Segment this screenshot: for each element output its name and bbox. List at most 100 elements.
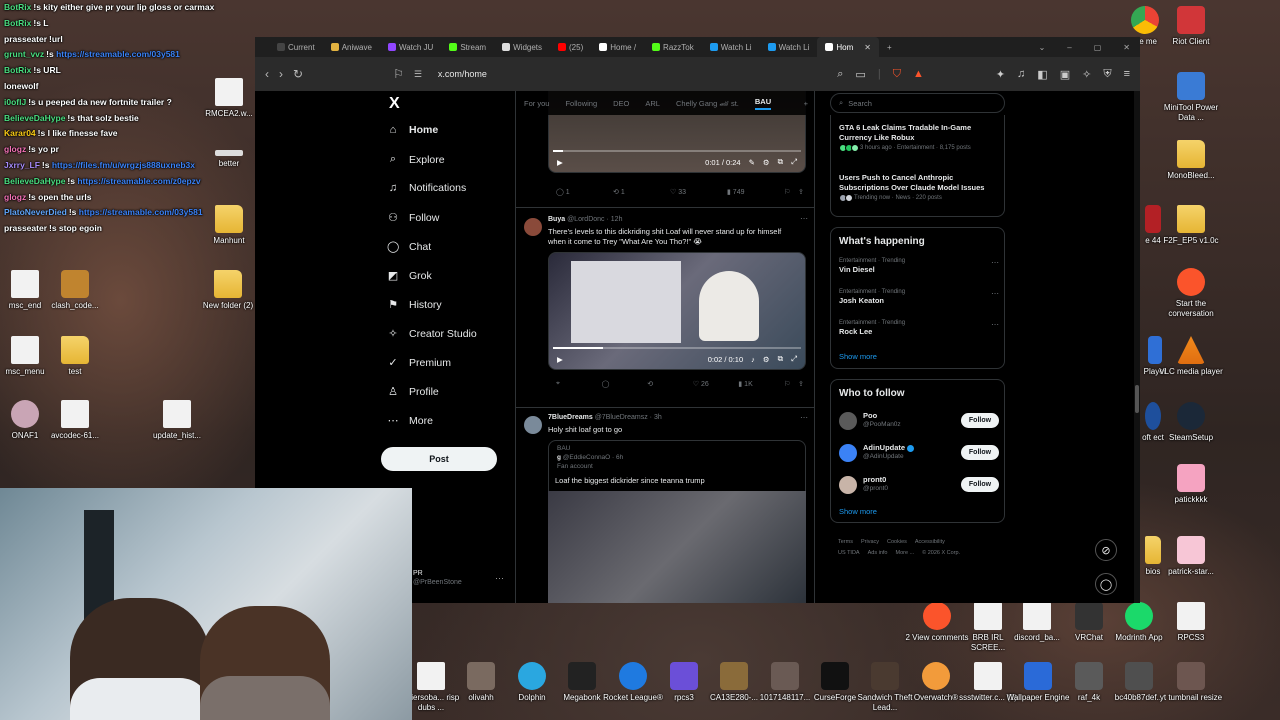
- like-button[interactable]: ♡ 33: [670, 188, 727, 196]
- browser-tab[interactable]: Widgets: [494, 37, 550, 57]
- share-icon[interactable]: ⇪: [798, 380, 808, 388]
- reload-icon[interactable]: ↻: [293, 67, 303, 81]
- pip-icon[interactable]: ⧉: [778, 354, 783, 364]
- like-button[interactable]: ♡ 26: [693, 380, 739, 388]
- avatar[interactable]: [839, 444, 857, 462]
- desktop-icon[interactable]: test: [42, 336, 108, 377]
- more-options-icon[interactable]: ⋯: [991, 289, 999, 298]
- views-indicator[interactable]: ⌖: [556, 380, 602, 388]
- fullscreen-icon[interactable]: ⤢: [791, 157, 797, 167]
- reply-button[interactable]: ◯: [602, 380, 648, 388]
- site-info-icon[interactable]: ☰: [414, 69, 422, 80]
- extensions-icon[interactable]: ✦: [996, 68, 1005, 81]
- more-options-icon[interactable]: ⋯: [800, 413, 808, 422]
- page-scrollbar[interactable]: [1134, 91, 1140, 603]
- forward-icon[interactable]: ›: [279, 67, 283, 81]
- footer-link[interactable]: Terms: [838, 539, 853, 545]
- tweet[interactable]: 7BlueDreams @7BlueDreamsz · 3h ⋯ Holy sh…: [516, 407, 814, 603]
- play-icon[interactable]: ▶: [557, 355, 563, 364]
- show-more-link[interactable]: Show more: [839, 352, 877, 361]
- views-button[interactable]: ▮ 1K: [738, 380, 784, 388]
- browser-tab[interactable]: Current: [269, 37, 323, 57]
- desktop-icon[interactable]: patrick-star...: [1158, 536, 1224, 577]
- footer-link[interactable]: Accessibility: [915, 539, 945, 545]
- search-input[interactable]: ⌕ Search: [830, 93, 1005, 113]
- browser-tab[interactable]: Watch Li: [702, 37, 760, 57]
- cast-icon[interactable]: ▭: [855, 68, 865, 81]
- desktop-icon[interactable]: avcodec-61...: [42, 400, 108, 441]
- vpn-icon[interactable]: ✧: [1082, 68, 1091, 81]
- close-tab-icon[interactable]: ✕: [864, 43, 871, 52]
- chat-link[interactable]: https://streamable.com/03y581: [79, 207, 203, 217]
- browser-tab[interactable]: Watch JU: [380, 37, 441, 57]
- chat-link[interactable]: https://files.fm/u/wrgzjs888uxneb3x: [52, 160, 195, 170]
- browser-tab[interactable]: Watch Li: [760, 37, 818, 57]
- messages-floating-icon[interactable]: ◯: [1095, 573, 1117, 595]
- account-more-icon[interactable]: ···: [495, 573, 504, 583]
- browser-tab[interactable]: Aniwave: [323, 37, 380, 57]
- nav-more[interactable]: ⋯ More: [387, 414, 433, 428]
- desktop-icon[interactable]: patickkkk: [1158, 464, 1224, 505]
- footer-link[interactable]: Privacy: [861, 539, 879, 545]
- desktop-icon[interactable]: Riot Client: [1158, 6, 1224, 47]
- account-switcher[interactable]: PR @PrBeenStone: [413, 569, 462, 587]
- nav-grok[interactable]: ◩ Grok: [387, 269, 432, 283]
- post-button[interactable]: Post: [381, 447, 497, 471]
- trend-item[interactable]: Entertainment · Trending Vin Diesel ⋯: [839, 258, 999, 274]
- reply-button[interactable]: ◯ 1: [556, 188, 613, 196]
- tab-chelly-gang[interactable]: Chelly Gang 🏎 st.: [676, 99, 739, 108]
- shield-icon[interactable]: ⛨: [1103, 68, 1111, 81]
- music-icon[interactable]: ♫: [1017, 68, 1025, 81]
- more-options-icon[interactable]: ⋯: [800, 214, 808, 223]
- desktop-icon[interactable]: New folder (2): [195, 270, 261, 311]
- repost-button[interactable]: ⟲ 1: [613, 188, 670, 196]
- tab-for-you[interactable]: For you: [524, 99, 549, 108]
- video-player[interactable]: ▶ 0:02 / 0:10 ♪ ⚙ ⧉ ⤢: [548, 252, 806, 370]
- news-item[interactable]: GTA 6 Leak Claims Tradable In-Game Curre…: [839, 123, 999, 152]
- browser-tab[interactable]: (25): [550, 37, 591, 57]
- back-icon[interactable]: ‹: [265, 67, 269, 81]
- nav-explore[interactable]: ⌕ Explore: [387, 153, 445, 166]
- url-field[interactable]: x.com/home: [438, 69, 487, 79]
- browser-tab[interactable]: RazzTok: [644, 37, 702, 57]
- browser-tab[interactable]: Home /: [591, 37, 644, 57]
- nav-notifications[interactable]: ♫ Notifications: [387, 182, 466, 194]
- footer-link[interactable]: Cookies: [887, 539, 907, 545]
- x-logo-icon[interactable]: X: [389, 95, 400, 113]
- tab-arl[interactable]: ARL: [645, 99, 660, 108]
- add-tab-icon[interactable]: +: [804, 99, 808, 108]
- trend-item[interactable]: Entertainment · Trending Rock Lee ⋯: [839, 320, 999, 336]
- scrollbar-thumb[interactable]: [1135, 385, 1139, 413]
- dropdown-icon[interactable]: ⌄: [1039, 43, 1046, 52]
- brave-rewards-icon[interactable]: ▲: [913, 68, 924, 81]
- avatar[interactable]: [524, 218, 542, 236]
- play-icon[interactable]: ▶: [557, 158, 563, 167]
- browser-tab-active[interactable]: Hom ✕: [817, 37, 879, 57]
- brave-shield-icon[interactable]: ⛉: [893, 68, 901, 81]
- pip-icon[interactable]: ⧉: [778, 157, 783, 167]
- sidebar-icon[interactable]: ◧: [1037, 68, 1047, 81]
- desktop-icon[interactable]: F2F_EP5 v1.0c: [1158, 205, 1224, 246]
- follow-button[interactable]: Follow: [961, 413, 999, 428]
- follow-button[interactable]: Follow: [961, 445, 999, 460]
- follow-suggestion[interactable]: AdinUpdate @AdinUpdate Follow: [839, 442, 999, 466]
- news-item[interactable]: Users Push to Cancel Anthropic Subscript…: [839, 173, 999, 202]
- desktop-icon[interactable]: SteamSetup: [1158, 402, 1224, 443]
- share-icon[interactable]: ⇪: [798, 188, 808, 196]
- desktop-icon[interactable]: MonoBleed...: [1158, 140, 1224, 181]
- desktop-icon[interactable]: Start the conversation: [1158, 268, 1224, 319]
- desktop-icon[interactable]: update_hist...: [144, 400, 210, 441]
- bookmark-icon[interactable]: ⚐: [784, 188, 798, 196]
- nav-premium[interactable]: ✓ Premium: [387, 356, 451, 370]
- tab-following[interactable]: Following: [565, 99, 597, 108]
- author-name[interactable]: Buya: [548, 216, 565, 223]
- new-tab-button[interactable]: +: [879, 37, 900, 57]
- more-options-icon[interactable]: ⋯: [991, 320, 999, 329]
- more-options-icon[interactable]: ⋯: [991, 258, 999, 267]
- tab-bau[interactable]: BAU: [754, 97, 772, 110]
- desktop-icon[interactable]: VLC media player: [1158, 336, 1224, 377]
- repost-button[interactable]: ⟲: [647, 380, 693, 388]
- desktop-icon[interactable]: clash_code...: [42, 270, 108, 311]
- bookmark-icon[interactable]: ⚐: [784, 380, 798, 388]
- tab-deo[interactable]: DEO: [613, 99, 629, 108]
